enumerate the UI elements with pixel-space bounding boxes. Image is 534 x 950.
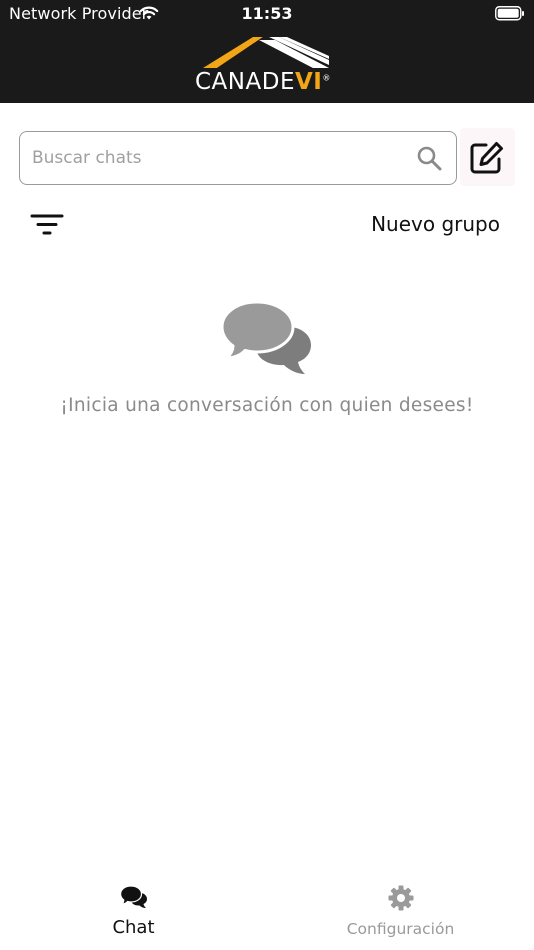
- app-header: Network Provider 11:53 CANADEVI®: [0, 0, 534, 103]
- clock: 11:53: [241, 4, 293, 23]
- battery-icon: [495, 6, 524, 21]
- filter-icon: [30, 214, 64, 235]
- search-field[interactable]: [19, 131, 457, 185]
- compose-button[interactable]: [460, 128, 515, 186]
- search-icon[interactable]: [416, 145, 442, 171]
- tab-configuracion-label: Configuración: [346, 920, 455, 938]
- status-bar: Network Provider 11:53: [0, 0, 534, 28]
- chat-screen: Network Provider 11:53 CANADEVI® Buscar …: [0, 0, 534, 950]
- tab-chat-label: Chat: [112, 917, 155, 938]
- tab-chat[interactable]: Chat: [0, 870, 267, 950]
- compose-icon: [470, 142, 503, 174]
- logo-text-main: CANADE: [195, 69, 295, 95]
- roof-logo-mark: [203, 37, 329, 68]
- filter-button[interactable]: [30, 210, 64, 240]
- empty-state-message: ¡Inicia una conversación con quien desee…: [60, 395, 474, 416]
- tab-bar: Chat Configuración: [0, 870, 534, 950]
- tab-configuracion[interactable]: Configuración: [267, 870, 534, 950]
- registered-mark: ®: [322, 73, 331, 83]
- empty-chat-bubbles-icon: [221, 300, 311, 374]
- logo-wordmark: CANADEVI®: [195, 69, 340, 95]
- canadevi-logo: CANADEVI®: [195, 34, 340, 98]
- new-group-button[interactable]: Nuevo grupo: [360, 212, 500, 236]
- logo-text-accent: VI: [294, 69, 323, 95]
- chat-bubbles-icon: [119, 885, 147, 908]
- gear-icon: [388, 885, 413, 911]
- search-input[interactable]: [32, 132, 402, 183]
